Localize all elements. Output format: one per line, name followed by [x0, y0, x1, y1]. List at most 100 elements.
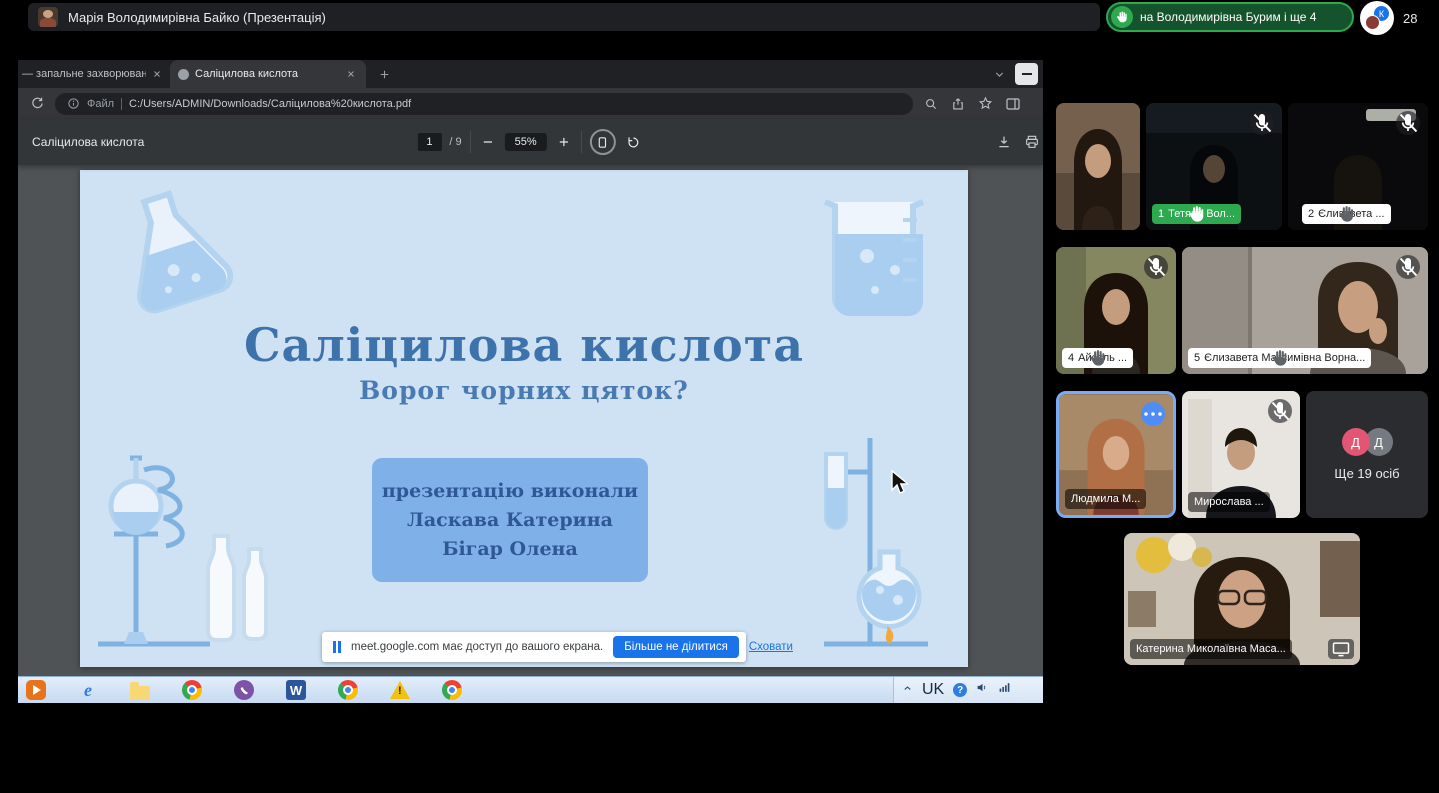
sharing-message: meet.google.com має доступ до вашого екр… — [351, 641, 603, 653]
browser-toolbar: Файл C:/Users/ADMIN/Downloads/Саліцилова… — [18, 88, 1043, 119]
slide-title: Саліцилова кислота — [80, 318, 968, 372]
participants-avatars: К — [1360, 1, 1394, 35]
slide-subtitle: Ворог чорних цяток? — [80, 376, 968, 405]
zoom-level[interactable]: 55% — [505, 133, 547, 151]
new-tab-button[interactable] — [374, 64, 394, 84]
chrome-icon[interactable] — [182, 680, 202, 700]
internet-explorer-icon[interactable]: e — [78, 680, 98, 700]
tab-active-title: Саліцилова кислота — [195, 68, 338, 80]
chrome-icon-2[interactable] — [338, 680, 358, 700]
page-number-input[interactable]: 1 — [417, 133, 441, 151]
pdf-content-area[interactable]: Саліцилова кислота Ворог чорних цяток? п… — [18, 165, 1043, 676]
hide-banner-link[interactable]: Сховати — [749, 641, 793, 653]
page-count: / 9 — [449, 136, 461, 148]
file-explorer-icon[interactable] — [130, 686, 150, 700]
shared-screen: — запальне захворюванн Саліцилова кислот… — [18, 60, 1043, 676]
presenter-avatar — [38, 7, 58, 27]
zoom-search-icon[interactable] — [922, 95, 940, 113]
participants-indicator[interactable]: К 28 — [1360, 1, 1417, 35]
page-info-icon[interactable] — [66, 97, 80, 111]
participant-name-label: 4 Айсєль ... — [1062, 348, 1133, 368]
tab-active[interactable]: Саліцилова кислота — [170, 60, 366, 88]
media-player-icon[interactable] — [26, 680, 46, 700]
stop-sharing-button[interactable]: Більше не ділитися — [613, 636, 739, 658]
participant-tile-4[interactable]: 4 Айсєль ... — [1056, 247, 1176, 374]
screen-share-banner: meet.google.com має доступ до вашого екр… — [322, 632, 746, 662]
network-icon[interactable] — [998, 681, 1011, 699]
tab-inactive[interactable]: — запальне захворюванн — [18, 60, 168, 88]
share-icon[interactable] — [949, 95, 967, 113]
warning-icon[interactable]: ! — [390, 681, 410, 699]
slide-illustrations — [80, 170, 968, 667]
tab-strip: — запальне захворюванн Саліцилова кислот… — [18, 60, 1043, 88]
participant-tile-1[interactable] — [1056, 103, 1140, 230]
slide-page: Саліцилова кислота Ворог чорних цяток? п… — [80, 170, 968, 667]
mic-off-icon — [1144, 255, 1168, 279]
presenter-banner: Марія Володимирівна Байко (Презентація) — [28, 3, 1100, 31]
address-bar[interactable]: Файл C:/Users/ADMIN/Downloads/Саліцилова… — [55, 93, 913, 115]
participant-name-label: 2 Єлизавета ... — [1302, 204, 1391, 224]
participant-name-label: 5 Єлизавета Максимівна Ворна... — [1188, 348, 1371, 368]
download-button[interactable] — [994, 132, 1014, 152]
participant-name-label: 1 Тетяна Вол... — [1152, 204, 1241, 224]
mic-off-icon — [1396, 255, 1420, 279]
url-scheme: Файл — [87, 98, 114, 110]
mic-off-icon — [1250, 111, 1274, 135]
help-icon[interactable]: ? — [953, 683, 967, 697]
participant-tile-9[interactable]: Катерина Миколаївна Маса... — [1124, 533, 1360, 665]
participant-tile-7[interactable]: Мирослава ... — [1182, 391, 1300, 518]
viber-icon[interactable] — [234, 680, 254, 700]
presenter-name: Марія Володимирівна Байко (Презентація) — [68, 10, 326, 25]
more-participants-avatars: Д Д — [1342, 428, 1393, 456]
word-icon[interactable]: W — [286, 680, 306, 700]
avatar: Д — [1342, 428, 1370, 456]
tab-search-chevron-icon[interactable] — [990, 65, 1008, 83]
mic-off-icon — [1268, 399, 1292, 423]
pdf-toolbar: Саліцилова кислота 1 / 9 55% — [18, 119, 1043, 165]
participant-tile-3[interactable]: 2 Єлизавета ... — [1288, 103, 1428, 230]
raised-hand-icon — [1152, 204, 1241, 224]
more-participants-tile[interactable]: Д Д Ще 19 осіб — [1306, 391, 1428, 518]
volume-icon[interactable] — [976, 681, 989, 699]
google-meet-window: Марія Володимирівна Байко (Презентація) … — [0, 0, 1439, 793]
participant-name-label: Людмила М... — [1065, 489, 1146, 509]
pdf-page-zoom-controls: 1 / 9 55% — [417, 119, 643, 165]
language-indicator[interactable]: UK — [922, 681, 944, 699]
raised-hand-icon — [1188, 348, 1371, 368]
tab-close-icon[interactable] — [150, 67, 164, 81]
url-divider — [121, 98, 122, 110]
more-participants-label: Ще 19 осіб — [1334, 466, 1399, 481]
pdf-document-title: Саліцилова кислота — [32, 135, 144, 149]
participant-video — [1056, 103, 1140, 230]
participant-tile-5[interactable]: 5 Єлизавета Максимівна Ворна... — [1182, 247, 1428, 374]
tile-options-button[interactable] — [1141, 402, 1165, 426]
mini-avatar-photo — [1365, 15, 1380, 30]
participants-count: 28 — [1403, 11, 1417, 26]
credits-line: Бігар Олена — [442, 535, 578, 564]
mouse-cursor — [890, 470, 908, 496]
participant-name-label: Мирослава ... — [1188, 492, 1270, 512]
side-panel-icon[interactable] — [1003, 94, 1023, 114]
raised-hands-text: на Володимирівна Бурим і ще 4 — [1140, 10, 1316, 24]
rotate-button[interactable] — [624, 132, 644, 152]
zoom-out-button[interactable] — [479, 133, 497, 151]
tray-chevron-icon[interactable] — [902, 681, 913, 699]
raised-hands-banner[interactable]: на Володимирівна Бурим і ще 4 — [1106, 2, 1354, 32]
system-tray: UK ? — [893, 677, 1043, 703]
zoom-in-button[interactable] — [555, 133, 573, 151]
credits-line: Ласкава Катерина — [407, 506, 613, 535]
fit-page-button[interactable] — [590, 129, 616, 155]
participant-tile-6-active-speaker[interactable]: Людмила М... — [1056, 391, 1176, 518]
tab-close-icon[interactable] — [344, 67, 358, 81]
participant-tile-2[interactable]: 1 Тетяна Вол... — [1146, 103, 1282, 230]
minimize-button[interactable] — [1015, 63, 1038, 85]
credits-line: презентацію виконали — [382, 477, 638, 506]
windows-taskbar: e W ! UK ? — [18, 676, 1043, 703]
participant-name-label: Катерина Миколаївна Маса... — [1130, 639, 1292, 659]
tab-inactive-title: — запальне захворюванн — [22, 68, 146, 80]
chrome-icon-3[interactable] — [442, 680, 462, 700]
reload-icon[interactable] — [28, 95, 46, 113]
print-button[interactable] — [1022, 132, 1042, 152]
sharing-pause-icon — [333, 641, 341, 653]
bookmark-star-icon[interactable] — [976, 95, 994, 113]
